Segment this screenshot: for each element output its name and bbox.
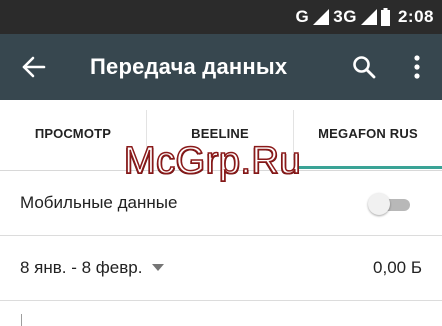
period-selector[interactable]: 8 янв. - 8 февр. <box>20 236 165 300</box>
dropdown-triangle-icon <box>152 264 165 271</box>
more-vert-icon[interactable] <box>404 54 430 80</box>
data-usage-value: 0,00 Б <box>373 258 422 277</box>
tab-selected-indicator <box>294 166 442 169</box>
back-arrow-icon[interactable] <box>20 54 48 80</box>
status-bar: G 3G 2:08 <box>0 0 442 34</box>
page-title: Передача данных <box>90 54 288 79</box>
search-icon[interactable] <box>351 54 377 80</box>
mobile-data-toggle[interactable] <box>368 193 412 215</box>
signal-icon <box>360 9 377 25</box>
period-range: 8 янв. - 8 февр. <box>20 258 143 277</box>
chart-axis <box>21 314 22 326</box>
toggle-thumb <box>368 193 390 215</box>
network-type: 3G <box>333 7 357 26</box>
usage-chart-area <box>0 301 442 326</box>
status-icons: G 3G 2:08 <box>296 0 434 34</box>
app-toolbar: Передача данных <box>0 34 442 100</box>
signal-icon <box>313 9 330 25</box>
data-period-row: 8 янв. - 8 февр. 0,00 Б <box>0 236 442 301</box>
battery-icon <box>380 8 390 26</box>
watermark: McGrp.Ru <box>123 139 302 183</box>
network-letter: G <box>295 7 310 26</box>
tab-megafon[interactable]: MEGAFON RUS <box>294 100 442 170</box>
clock: 2:08 <box>397 7 434 26</box>
